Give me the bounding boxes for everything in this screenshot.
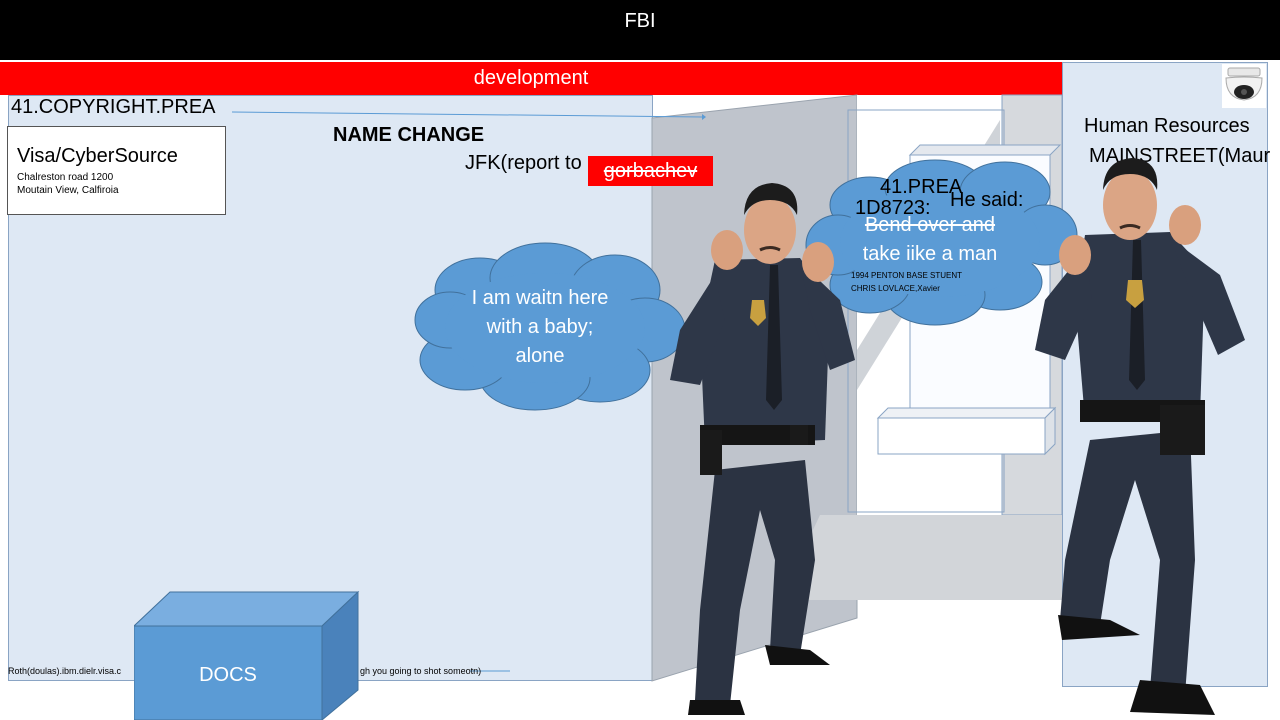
police-officer-right (1035, 158, 1245, 715)
docs-label: DOCS (199, 664, 257, 686)
docs-box (134, 590, 360, 720)
police-officer-left (670, 183, 855, 715)
